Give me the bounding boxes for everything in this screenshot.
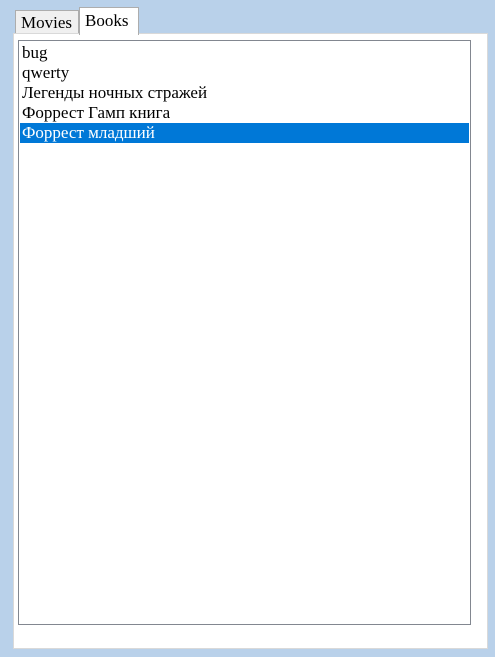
list-item[interactable]: Легенды ночных стражей [20,83,469,103]
books-listbox[interactable]: bug qwerty Легенды ночных стражей Форрес… [18,40,471,625]
tab-books-label: Books [85,11,129,30]
list-item[interactable]: Форрест Гамп книга [20,103,469,123]
panel-bottom-strip [18,628,483,646]
app-window: Movies Books bug qwerty Легенды ночных с… [0,0,495,657]
tab-movies-label: Movies [21,13,72,32]
list-item-selected[interactable]: Форрест младший [20,123,469,143]
list-item[interactable]: bug [20,43,469,63]
tab-books[interactable]: Books [79,7,139,35]
books-tab-panel: bug qwerty Легенды ночных стражей Форрес… [13,33,488,649]
tab-movies[interactable]: Movies [15,10,79,34]
list-item[interactable]: qwerty [20,63,469,83]
